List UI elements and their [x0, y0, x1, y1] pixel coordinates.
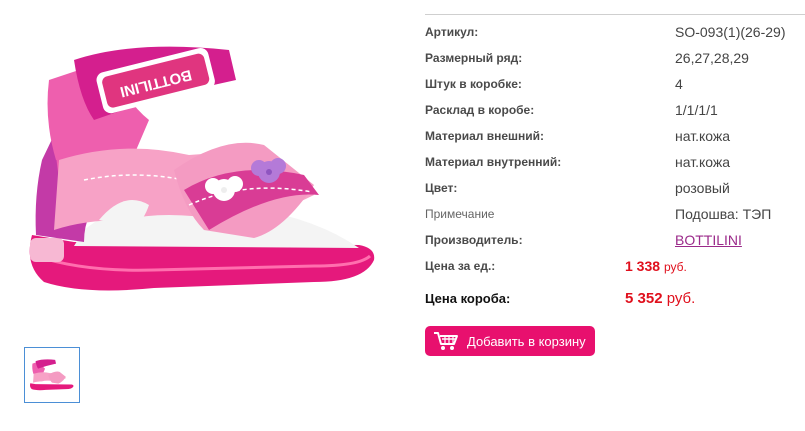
price-box-amount: 5 352 [625, 290, 663, 307]
price-box-label: Цена короба: [425, 291, 511, 306]
spec-value: BOTTILINI [675, 232, 742, 248]
price-box-currency: руб. [666, 290, 696, 307]
spec-row-article: Артикул: SO-093(1)(26-29) [425, 24, 805, 45]
spec-label: Расклад в коробе: [425, 103, 535, 117]
spec-label: Штук в коробке: [425, 77, 522, 91]
cart-icon [433, 331, 459, 351]
sandal-image: BOTTILINI [29, 46, 375, 291]
price-box-row: Цена короба: 5 352 руб. [425, 290, 805, 311]
spec-row-note: Примечание Подошва: ТЭП [425, 206, 805, 227]
price-unit-currency: руб. [663, 260, 687, 274]
price-unit-label: Цена за ед.: [425, 259, 496, 273]
spec-row-inner-material: Материал внутренний: нат.кожа [425, 154, 805, 175]
spec-label: Цвет: [425, 181, 458, 195]
price-unit-value: 1 338 руб. [625, 258, 687, 274]
spec-value: Подошва: ТЭП [675, 206, 772, 222]
spec-value: 4 [675, 76, 683, 92]
product-specs: Артикул: SO-093(1)(26-29) Размерный ряд:… [425, 14, 805, 307]
manufacturer-link[interactable]: BOTTILINI [675, 232, 742, 248]
product-thumbnail[interactable] [24, 347, 80, 403]
spec-row-outer-material: Материал внешний: нат.кожа [425, 128, 805, 149]
thumbnail-image [29, 359, 74, 391]
spec-label: Размерный ряд: [425, 51, 523, 65]
add-to-cart-label: Добавить в корзину [467, 333, 586, 349]
spec-value: 26,27,28,29 [675, 50, 749, 66]
add-to-cart-button[interactable]: Добавить в корзину [425, 326, 595, 356]
product-image: BOTTILINI [14, 20, 394, 320]
spec-value: розовый [675, 180, 730, 196]
spec-label: Производитель: [425, 233, 523, 247]
spec-label: Материал внутренний: [425, 155, 562, 169]
spec-row-color: Цвет: розовый [425, 180, 805, 201]
spec-value: нат.кожа [675, 128, 731, 144]
price-box-value: 5 352 руб. [625, 290, 695, 307]
spec-row-box-layout: Расклад в коробе: 1/1/1/1 [425, 102, 805, 123]
spec-value: нат.кожа [675, 154, 731, 170]
price-unit-row: Цена за ед.: 1 338 руб. [425, 258, 805, 279]
spec-row-pieces-per-box: Штук в коробке: 4 [425, 76, 805, 97]
spec-label: Материал внешний: [425, 129, 545, 143]
price-unit-amount: 1 338 [625, 258, 661, 274]
spec-label: Артикул: [425, 25, 479, 39]
spec-value: SO-093(1)(26-29) [675, 24, 786, 40]
spec-row-manufacturer: Производитель: BOTTILINI [425, 232, 805, 253]
spec-row-sizes: Размерный ряд: 26,27,28,29 [425, 50, 805, 71]
spec-value: 1/1/1/1 [675, 102, 718, 118]
spec-label: Примечание [425, 207, 495, 221]
